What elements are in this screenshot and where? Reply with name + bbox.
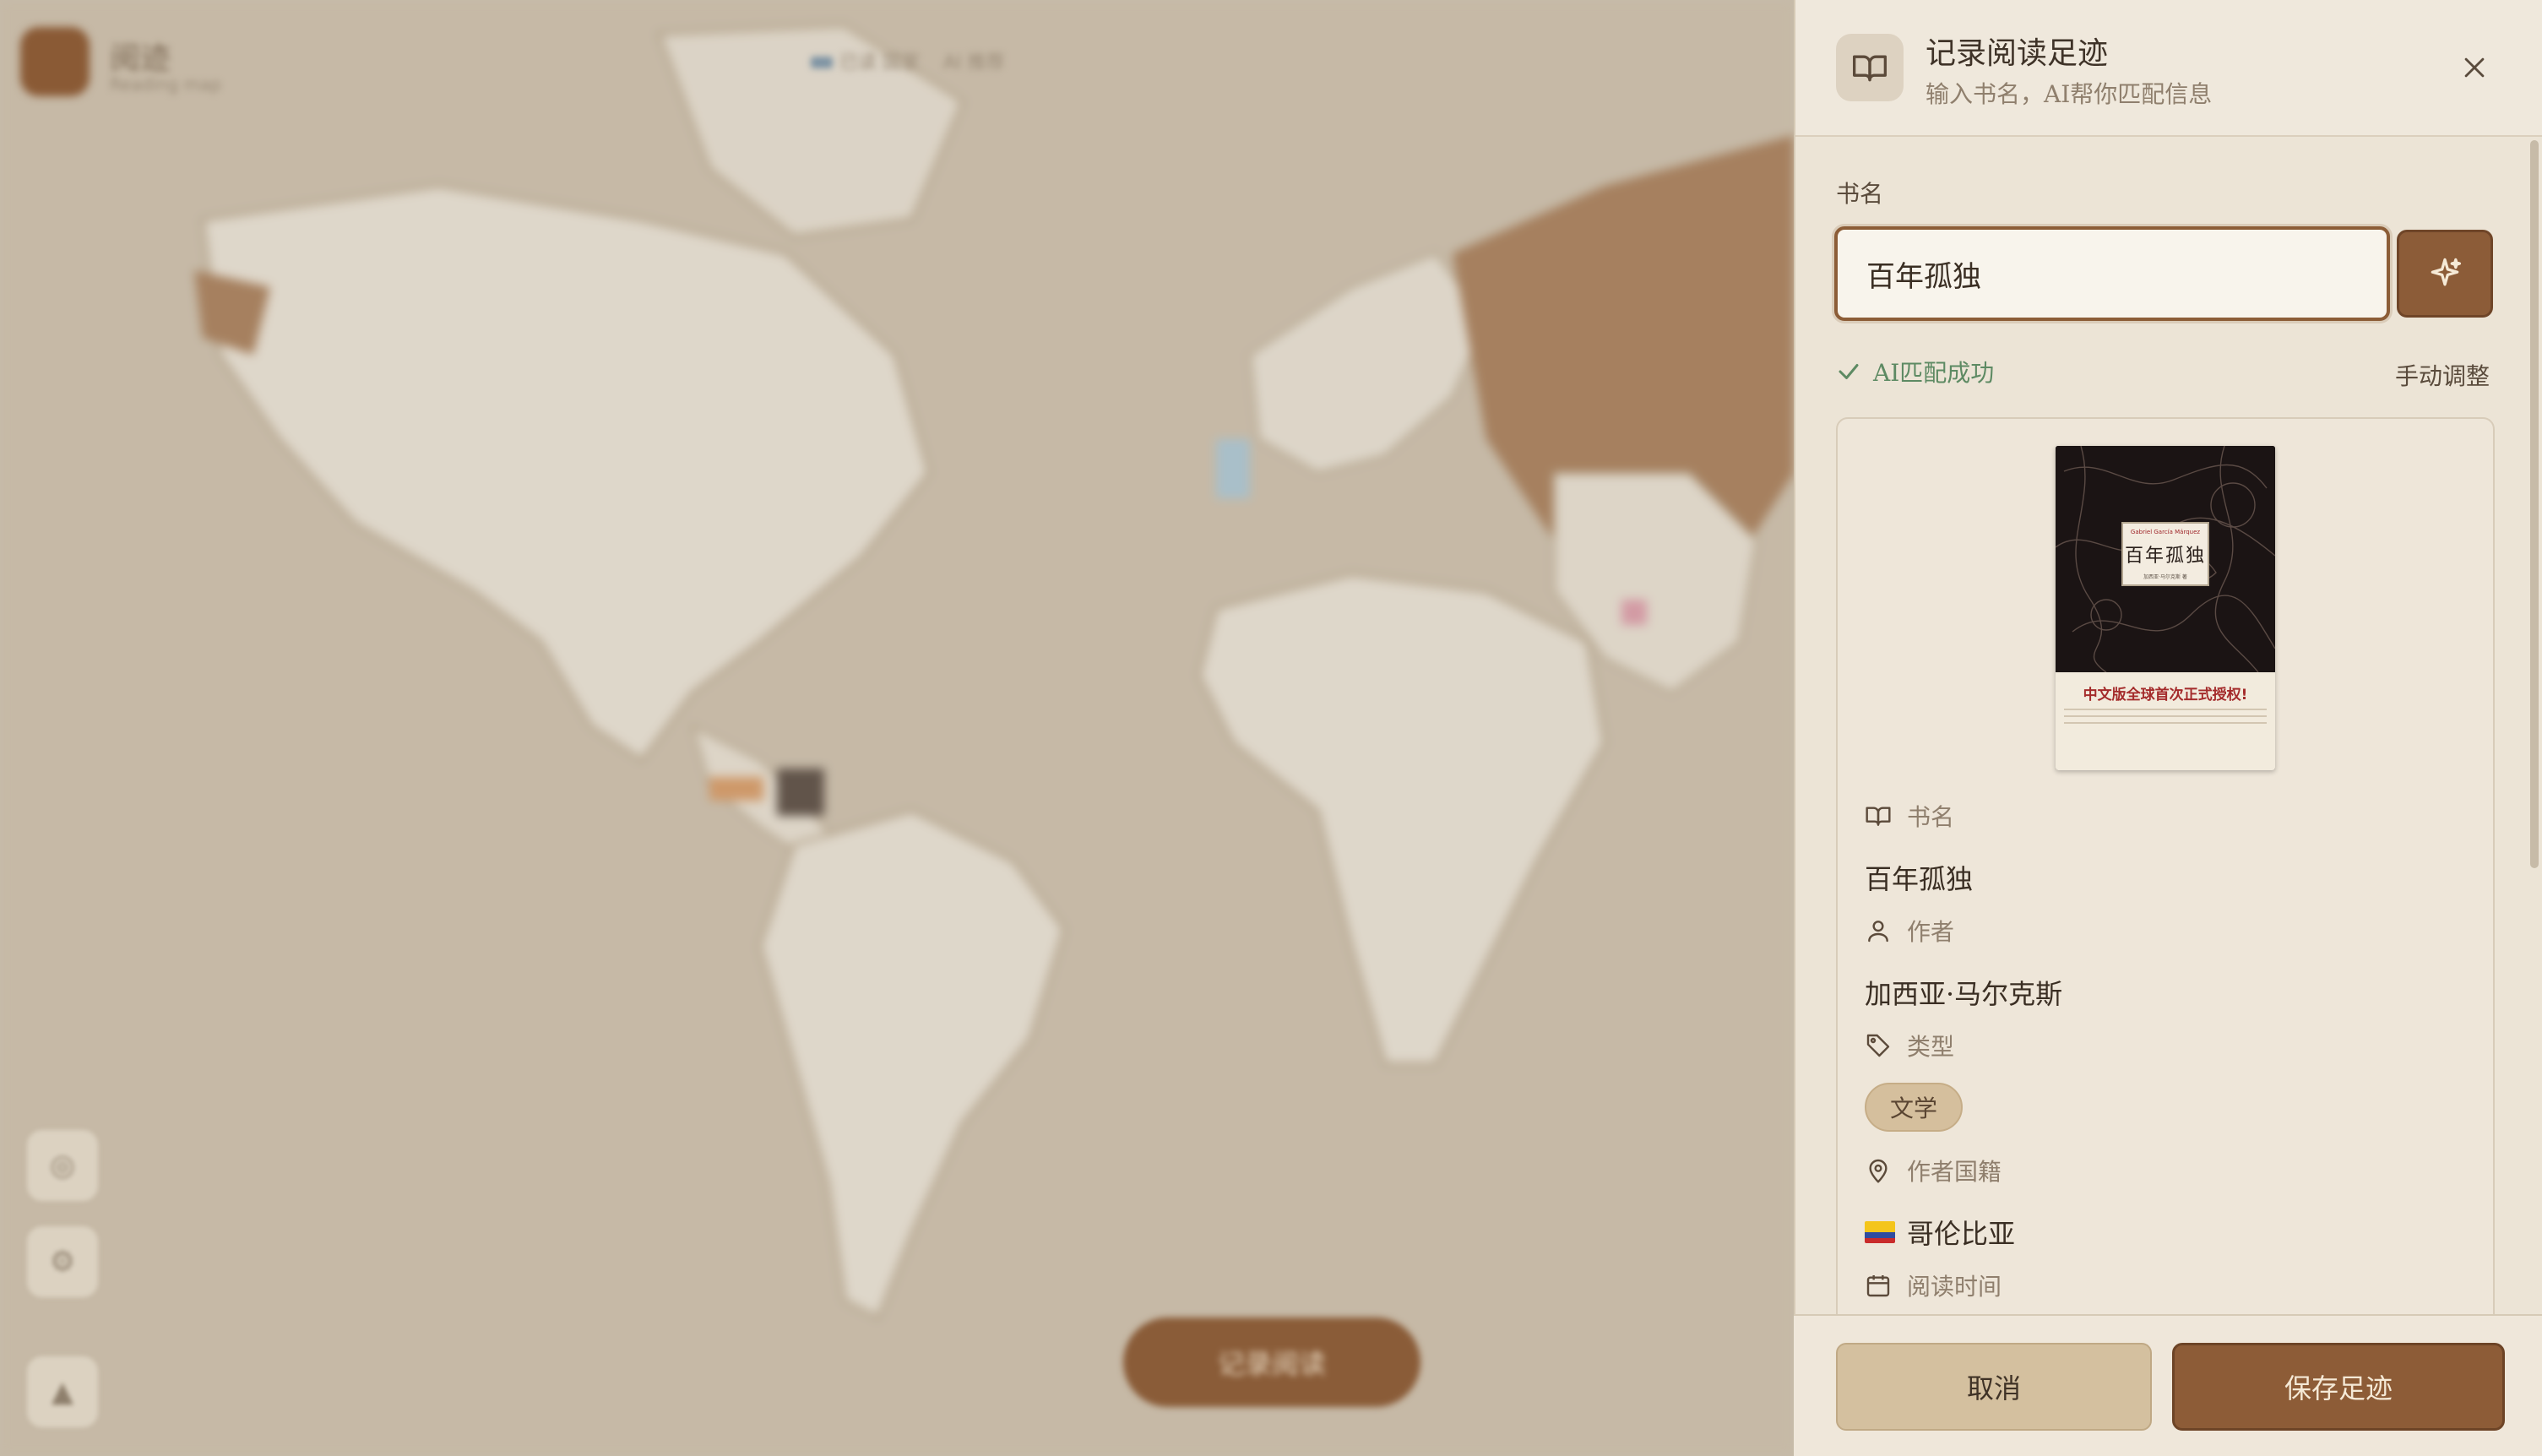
app-logo xyxy=(20,27,90,96)
layers-control-icon[interactable]: ▲ xyxy=(27,1356,98,1427)
field-nationality-value: 哥伦比亚 xyxy=(1865,1213,2015,1252)
field-read-time: 阅读时间 xyxy=(1865,1269,2002,1302)
nationality-text: 哥伦比亚 xyxy=(1907,1218,2016,1250)
check-icon xyxy=(1839,364,1859,379)
panel-scrollbar[interactable] xyxy=(2530,140,2539,868)
sparkle-icon xyxy=(2431,258,2462,286)
panel-subtitle: 输入书名，AI帮你匹配信息 xyxy=(1926,80,2213,108)
cover-divider xyxy=(2064,722,2267,724)
calendar-icon xyxy=(1866,1275,1890,1297)
map-pin-icon xyxy=(1869,1159,1887,1183)
colombia-flag-icon xyxy=(1865,1221,1895,1243)
ai-match-button[interactable] xyxy=(2397,230,2493,318)
panel-header: 记录阅读足迹 输入书名，AI帮你匹配信息 xyxy=(1795,0,2542,137)
field-read-time-label: 阅读时间 xyxy=(1907,1273,2002,1301)
panel-title: 记录阅读足迹 xyxy=(1926,36,2109,71)
locate-control-icon[interactable]: ◎ xyxy=(27,1130,98,1201)
field-title-value: 百年孤独 xyxy=(1865,863,1974,895)
cancel-button[interactable]: 取消 xyxy=(1836,1343,2152,1431)
book-icon xyxy=(1866,807,1891,826)
tag-icon xyxy=(1866,1034,1890,1057)
save-footprint-button[interactable]: 保存足迹 xyxy=(2172,1343,2505,1431)
record-reading-panel: 记录阅读足迹 输入书名，AI帮你匹配信息 书名 AI匹配成功 xyxy=(1794,0,2542,1456)
cover-divider xyxy=(2064,709,2267,710)
close-button[interactable] xyxy=(2451,44,2498,91)
app-subtitle: Reading map xyxy=(110,74,221,95)
user-icon xyxy=(1868,921,1888,943)
match-status-text: AI匹配成功 xyxy=(1873,359,1995,387)
record-reading-label: 记录阅读 xyxy=(1217,1348,1326,1380)
field-title: 书名 百年孤独 xyxy=(1865,799,1973,897)
legend-label: 已读 国家 xyxy=(839,52,920,73)
field-genre-head: 类型 xyxy=(1865,1029,1963,1062)
field-title-label: 书名 xyxy=(1907,803,1955,831)
cover-plate-small: 加西亚·马尔克斯 著 xyxy=(2143,574,2187,580)
field-read-time-head: 阅读时间 xyxy=(1865,1269,2002,1302)
cover-divider xyxy=(2064,715,2267,717)
field-genre: 类型 文学 xyxy=(1865,1029,1964,1132)
book-info-card: Gabriel García Márquez 百年孤独 加西亚·马尔克斯 著 中… xyxy=(1836,417,2495,1456)
manual-adjust-link[interactable]: 手动调整 xyxy=(2395,358,2490,392)
record-reading-button[interactable]: 记录阅读 xyxy=(1123,1317,1420,1407)
world-map[interactable]: 阅迹 Reading map 已读 国家 AI 推荐 ◎ ⚙ ▲ 记录阅读 xyxy=(0,0,1794,1456)
cover-banner: 中文版全球首次正式授权! xyxy=(2083,687,2248,704)
settings-control-icon[interactable]: ⚙ xyxy=(27,1226,98,1297)
field-genre-label: 类型 xyxy=(1907,1033,1955,1061)
cover-bottom-band: 中文版全球首次正式授权! xyxy=(2056,672,2275,770)
app-name: 阅迹 xyxy=(110,41,171,76)
field-author-head: 作者 xyxy=(1865,914,2062,948)
legend-swatch xyxy=(811,57,833,68)
book-title-label: 书名 xyxy=(1836,180,1884,208)
legend-item-read: 已读 国家 xyxy=(811,47,920,74)
map-legend: 已读 国家 AI 推荐 xyxy=(811,47,1005,74)
cover-title-cn: 百年孤独 xyxy=(2124,546,2206,567)
field-title-head: 书名 xyxy=(1865,799,1973,833)
book-cover-image: Gabriel García Márquez 百年孤独 加西亚·马尔克斯 著 中… xyxy=(2056,446,2275,770)
field-author-label: 作者 xyxy=(1907,918,1955,946)
legend-item-ai: AI 推荐 xyxy=(943,52,1005,73)
field-nationality-head: 作者国籍 xyxy=(1865,1154,2015,1187)
field-nationality: 作者国籍 哥伦比亚 xyxy=(1865,1154,2015,1252)
book-open-icon xyxy=(1836,34,1904,101)
field-author: 作者 加西亚·马尔克斯 xyxy=(1865,914,2062,1012)
map-dim-overlay xyxy=(0,0,1794,1456)
field-author-value: 加西亚·马尔克斯 xyxy=(1865,978,2063,1010)
close-icon xyxy=(2464,57,2485,78)
cover-author-en: Gabriel García Márquez xyxy=(2130,529,2201,535)
panel-footer: 取消 保存足迹 xyxy=(1794,1314,2542,1456)
book-title-input[interactable] xyxy=(1834,226,2390,321)
cover-title-plate: Gabriel García Márquez 百年孤独 加西亚·马尔克斯 著 xyxy=(2121,522,2209,586)
field-nationality-label: 作者国籍 xyxy=(1907,1158,2002,1186)
match-status: AI匹配成功 xyxy=(1836,355,1994,388)
genre-chip[interactable]: 文学 xyxy=(1865,1083,1964,1132)
